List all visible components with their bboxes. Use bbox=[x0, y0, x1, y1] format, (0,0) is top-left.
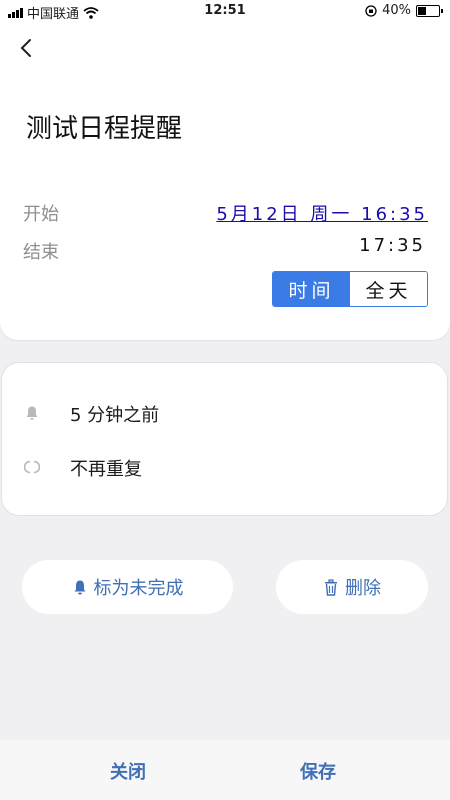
battery-icon bbox=[416, 4, 443, 17]
reminder-text: 5 分钟之前 bbox=[70, 405, 160, 426]
trash-icon bbox=[325, 578, 337, 596]
delete-label: 删除 bbox=[345, 578, 381, 599]
event-header-card: 测试日程提醒 开始 5月12日 周一 16:35 结束 17:35 时间 全天 bbox=[0, 22, 450, 340]
bottom-bar: 关闭 保存 bbox=[0, 740, 450, 800]
repeat-row[interactable]: 不再重复 bbox=[2, 447, 447, 487]
event-title[interactable]: 测试日程提醒 bbox=[26, 108, 182, 145]
reminder-row[interactable]: 5 分钟之前 bbox=[2, 393, 447, 433]
event-details-card: 5 分钟之前 不再重复 bbox=[1, 362, 448, 516]
battery-fill bbox=[418, 6, 426, 15]
bell-icon bbox=[74, 580, 85, 594]
toggle-time-option[interactable]: 时间 bbox=[273, 272, 350, 306]
status-right: 40% bbox=[365, 3, 443, 18]
battery-percent: 40% bbox=[382, 3, 411, 18]
bell-icon bbox=[26, 406, 38, 420]
close-button[interactable]: 关闭 bbox=[110, 758, 146, 784]
end-time-value[interactable]: 17:35 bbox=[359, 235, 426, 256]
repeat-icon bbox=[24, 460, 40, 474]
repeat-text: 不再重复 bbox=[70, 459, 142, 480]
start-label: 开始 bbox=[23, 204, 59, 225]
chevron-left-icon bbox=[20, 39, 31, 57]
end-label: 结束 bbox=[23, 242, 59, 263]
back-button[interactable] bbox=[16, 32, 40, 62]
status-bar: 中国联通 12:51 40% bbox=[0, 0, 450, 22]
toggle-allday-option[interactable]: 全天 bbox=[350, 272, 427, 306]
mark-incomplete-label: 标为未完成 bbox=[93, 578, 184, 599]
start-datetime-link[interactable]: 5月12日 周一 16:35 bbox=[216, 200, 428, 226]
save-button[interactable]: 保存 bbox=[300, 758, 336, 784]
orientation-lock-icon bbox=[365, 4, 377, 17]
delete-button[interactable]: 删除 bbox=[276, 560, 428, 614]
mark-incomplete-button[interactable]: 标为未完成 bbox=[22, 560, 233, 614]
time-allday-toggle: 时间 全天 bbox=[272, 271, 428, 307]
